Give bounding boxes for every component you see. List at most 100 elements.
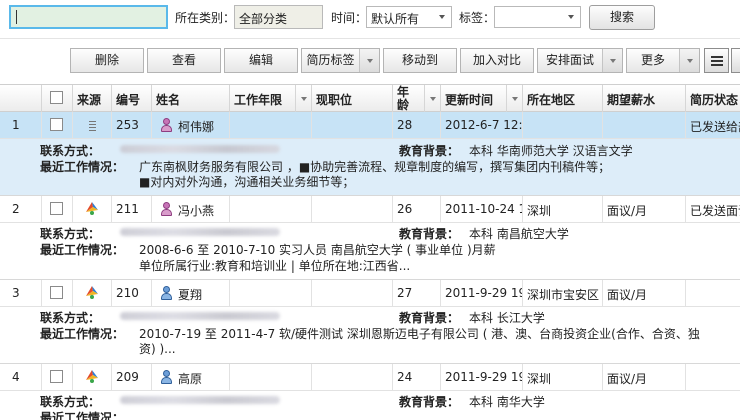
- salary-header[interactable]: 期望薪水: [603, 85, 686, 112]
- table-row[interactable]: 4 209 高原 24 2011-9-29 19: 深圳 面议/月: [0, 364, 740, 391]
- row-checkbox[interactable]: [50, 286, 63, 299]
- male-user-icon: [160, 370, 172, 384]
- contact-label: 联系方式：: [40, 395, 101, 409]
- chevron-down-icon[interactable]: [424, 85, 440, 112]
- view-button[interactable]: 查看: [147, 48, 221, 73]
- add-compare-button[interactable]: 加入对比: [460, 48, 534, 73]
- candidate-name[interactable]: 柯伟娜: [178, 120, 214, 134]
- tag-select[interactable]: [494, 6, 581, 28]
- name-header[interactable]: 姓名: [152, 85, 230, 112]
- list-view-icon[interactable]: [704, 48, 729, 73]
- salary-cell: 面议/月: [603, 364, 686, 391]
- status-cell: 已发送面试: [690, 204, 740, 218]
- table-row[interactable]: 1 253 柯伟娜 28 2012-6-7 12:2 已发送给部: [0, 112, 740, 139]
- education-text: 本科 南昌航空大学: [469, 227, 569, 241]
- row-index: 3: [0, 280, 42, 307]
- time-select[interactable]: 默认所有: [366, 6, 452, 28]
- education-text: 本科 华南师范大学 汉语言文学: [469, 144, 633, 158]
- category-label: 所在类别：: [175, 11, 236, 25]
- search-button[interactable]: 搜索: [589, 5, 655, 30]
- recent-work-label: 最近工作情况：: [40, 411, 125, 420]
- chevron-down-icon[interactable]: [679, 49, 699, 72]
- candidate-name[interactable]: 夏翔: [178, 288, 202, 302]
- update-cell: 2011-9-29 19:: [441, 280, 523, 307]
- education-text: 本科 长江大学: [469, 311, 545, 325]
- location-header[interactable]: 所在地区: [523, 85, 603, 112]
- category-select[interactable]: 全部分类: [234, 5, 323, 29]
- position-cell: [312, 196, 393, 223]
- recent-work-label: 最近工作情况：: [40, 327, 125, 341]
- move-to-button[interactable]: 移动到: [383, 48, 457, 73]
- update-time-header[interactable]: 更新时间: [441, 85, 523, 112]
- work-years-cell: [230, 364, 312, 391]
- candidate-name[interactable]: 高原: [178, 372, 202, 386]
- id-header[interactable]: 编号: [112, 85, 152, 112]
- update-time-label: 更新时间: [445, 93, 494, 107]
- work-text-line1: 2008-6-6 至 2010-7-10 实习人员 南昌航空大学 ( 事业单位 …: [139, 243, 496, 257]
- row-checkbox[interactable]: [50, 370, 63, 383]
- time-label: 时间：: [331, 11, 368, 25]
- name-cell[interactable]: 冯小燕: [152, 196, 230, 223]
- edit-button[interactable]: 编辑: [224, 48, 298, 73]
- status-cell: 已发送给部: [690, 120, 740, 134]
- resume-tag-button[interactable]: 简历标签: [301, 48, 380, 73]
- update-cell: 2012-6-7 12:2: [441, 112, 523, 139]
- name-cell[interactable]: 柯伟娜: [152, 112, 230, 139]
- contact-label: 联系方式：: [40, 311, 101, 325]
- row-detail: 联系方式： 教育背景： 本科 华南师范大学 汉语言文学 最近工作情况： 广东南枫…: [0, 139, 740, 196]
- recent-work-label: 最近工作情况：: [40, 160, 125, 174]
- chevron-down-icon[interactable]: [602, 49, 622, 72]
- document-icon: [88, 120, 97, 131]
- update-cell: 2011-10-24 15: [441, 196, 523, 223]
- search-bar: 所在类别： 全部分类 时间： 默认所有 标签： 搜索: [0, 0, 740, 38]
- source-cell: [73, 280, 112, 307]
- row-checkbox[interactable]: [50, 118, 63, 131]
- blurred-contact: [120, 312, 280, 320]
- more-button[interactable]: 更多: [626, 48, 700, 73]
- status-cell: [686, 364, 740, 391]
- row-checkbox[interactable]: [50, 202, 63, 215]
- table-row[interactable]: 2 211 冯小燕 26 2011-10-24 15 深圳 面议/月 已发送面试: [0, 196, 740, 223]
- position-cell: [312, 112, 393, 139]
- row-detail: 联系方式： 教育背景： 本科 南昌航空大学 最近工作情况： 2008-6-6 至…: [0, 223, 740, 280]
- arrange-interview-label: 安排面试: [545, 53, 594, 67]
- job-site-logo-icon: [86, 202, 98, 215]
- work-years-cell: [230, 112, 312, 139]
- blurred-contact: [120, 228, 280, 236]
- position-header[interactable]: 现职位: [312, 85, 393, 112]
- blurred-contact: [120, 145, 280, 153]
- id-cell: 253: [112, 112, 152, 139]
- source-cell: [73, 112, 112, 139]
- work-years-header[interactable]: 工作年限: [230, 85, 312, 112]
- row-select-cell: [42, 112, 73, 139]
- status-header[interactable]: 简历状态: [686, 85, 740, 112]
- keyword-input[interactable]: [9, 5, 168, 29]
- table-row[interactable]: 3 210 夏翔 27 2011-9-29 19: 深圳市宝安区 面议/月: [0, 280, 740, 307]
- select-all-header: [42, 85, 73, 112]
- name-cell[interactable]: 夏翔: [152, 280, 230, 307]
- delete-button[interactable]: 删除: [70, 48, 144, 73]
- select-all-checkbox[interactable]: [50, 91, 63, 104]
- age-header[interactable]: 年龄: [393, 85, 441, 112]
- arrange-interview-button[interactable]: 安排面试: [537, 48, 623, 73]
- name-cell[interactable]: 高原: [152, 364, 230, 391]
- work-years-cell: [230, 196, 312, 223]
- candidate-name[interactable]: 冯小燕: [178, 204, 214, 218]
- age-cell: 28: [393, 112, 441, 139]
- chevron-down-icon[interactable]: [359, 49, 379, 72]
- grid-view-icon[interactable]: [731, 48, 740, 73]
- work-text-line2: 资) )...: [139, 342, 176, 356]
- chevron-down-icon[interactable]: [295, 85, 311, 112]
- salary-cell: [603, 112, 686, 139]
- education-label: 教育背景：: [399, 311, 460, 325]
- blurred-contact: [120, 396, 280, 404]
- source-header[interactable]: 来源: [73, 85, 112, 112]
- text-caret: [16, 10, 17, 24]
- female-user-icon: [160, 202, 172, 216]
- salary-cell: 面议/月: [603, 280, 686, 307]
- time-select-value: 默认所有: [371, 12, 420, 26]
- salary-cell: 面议/月: [603, 196, 686, 223]
- chevron-down-icon[interactable]: [506, 85, 522, 112]
- male-user-icon: [160, 286, 172, 300]
- toolbar: 删除 查看 编辑 简历标签 移动到 加入对比 安排面试 更多: [0, 38, 740, 84]
